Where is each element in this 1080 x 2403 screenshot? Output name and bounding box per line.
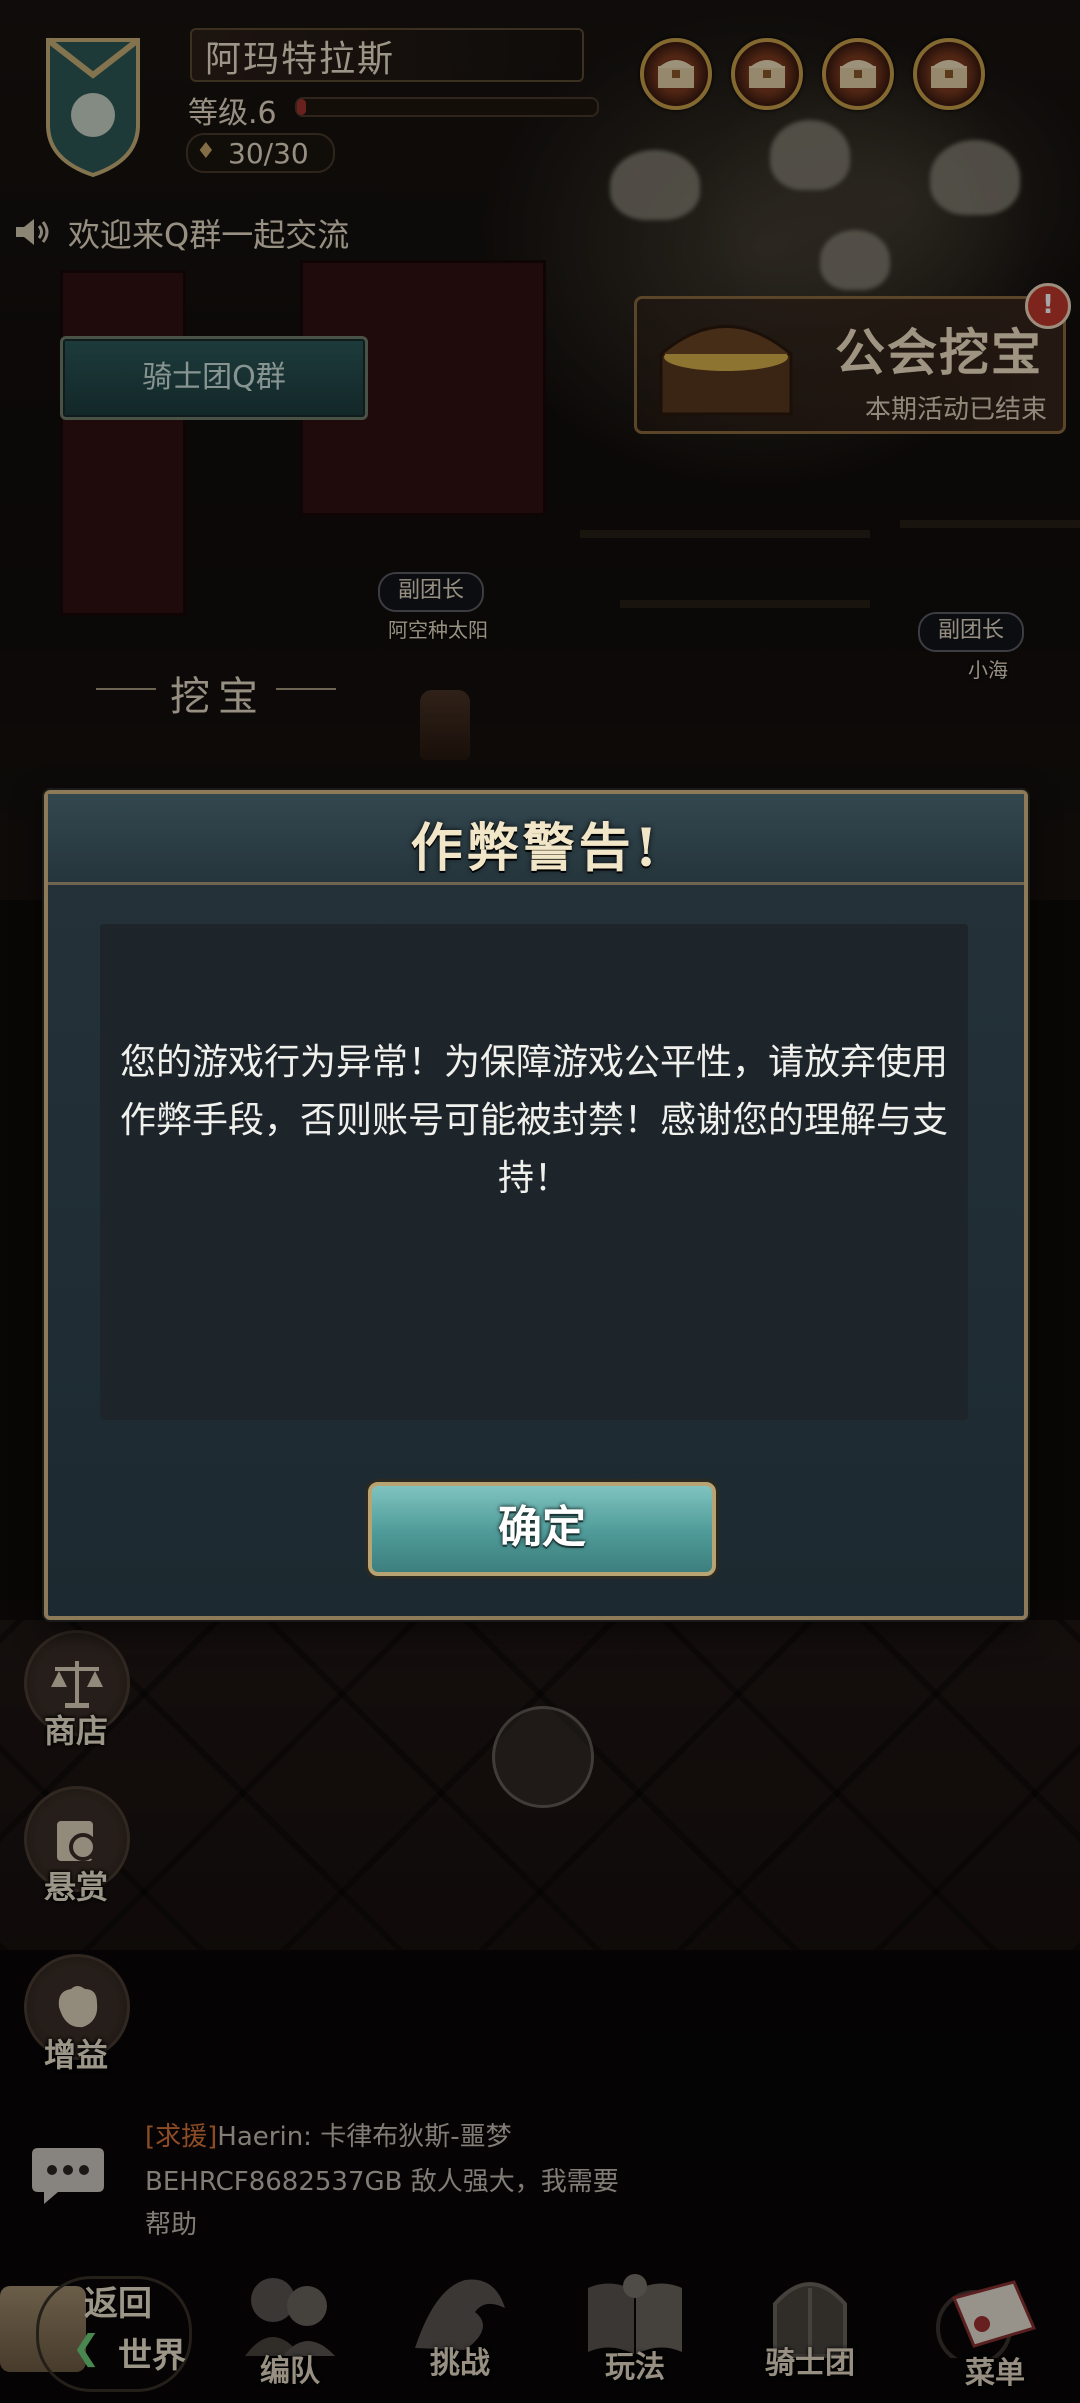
confirm-button-label: 确定 xyxy=(498,1502,586,1553)
dialog-message: 您的游戏行为异常！为保障游戏公平性，请放弃使用作弊手段，否则账号可能被封禁！感谢… xyxy=(119,1042,948,1199)
dialog-title: 作弊警告! xyxy=(410,818,662,879)
dialog-header: 作弊警告! xyxy=(48,794,1024,885)
cheat-warning-dialog: 作弊警告! 您的游戏行为异常！为保障游戏公平性，请放弃使用作弊手段，否则账号可能… xyxy=(44,790,1028,1620)
confirm-button[interactable]: 确定 xyxy=(368,1482,716,1576)
dialog-message-panel: 您的游戏行为异常！为保障游戏公平性，请放弃使用作弊手段，否则账号可能被封禁！感谢… xyxy=(100,924,968,1420)
